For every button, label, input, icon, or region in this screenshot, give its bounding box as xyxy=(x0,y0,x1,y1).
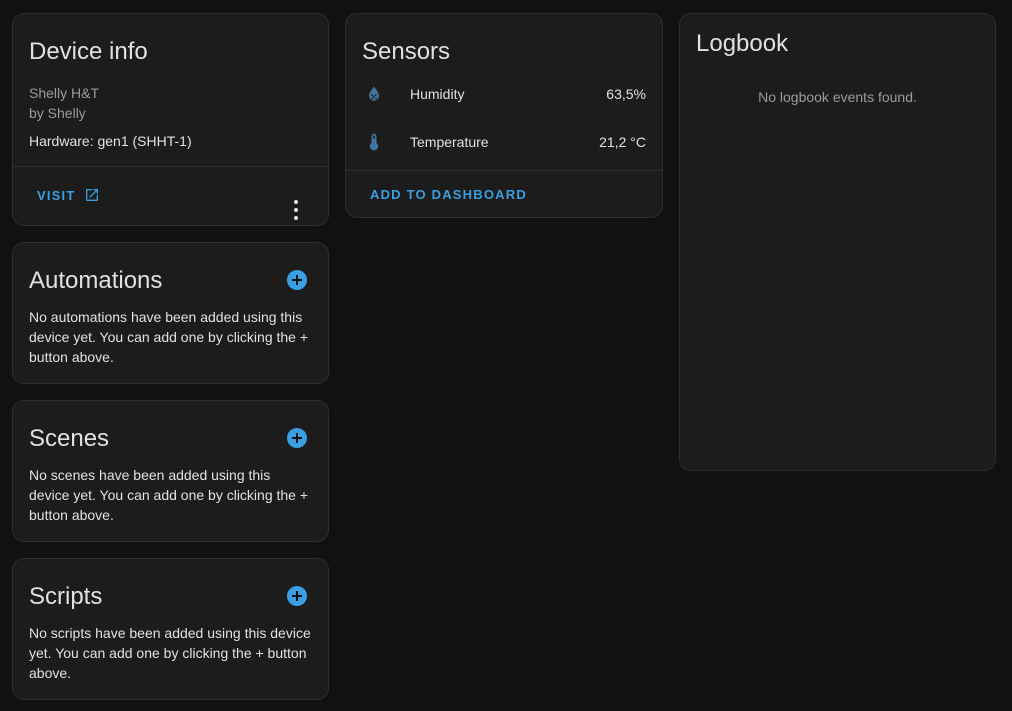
scenes-card: Scenes No scenes have been added using t… xyxy=(12,400,329,542)
sensor-name-temperature: Temperature xyxy=(410,134,489,150)
scripts-title: Scripts xyxy=(29,583,103,610)
device-hardware: Hardware: gen1 (SHHT-1) xyxy=(29,133,192,149)
sensor-row-temperature[interactable]: Temperature 21,2 °C xyxy=(362,122,646,162)
scripts-card: Scripts No scripts have been added using… xyxy=(12,558,329,700)
logbook-card: Logbook No logbook events found. xyxy=(679,13,996,471)
thermometer-icon xyxy=(362,130,386,154)
add-scene-icon[interactable] xyxy=(287,428,307,448)
device-manufacturer: by Shelly xyxy=(29,105,86,121)
sensors-card: Sensors Humidity 63,5% Temperature 21,2 … xyxy=(345,13,663,218)
scenes-title: Scenes xyxy=(29,425,110,452)
logbook-title: Logbook xyxy=(696,30,789,57)
device-model: Shelly H&T xyxy=(29,85,100,101)
scenes-empty-text: No scenes have been added using this dev… xyxy=(29,467,309,523)
water-percent-icon xyxy=(362,82,386,106)
device-info-title: Device info xyxy=(29,38,148,65)
sensor-value-humidity: 63,5% xyxy=(606,86,646,102)
device-info-card: Device info Shelly H&T by Shelly Hardwar… xyxy=(12,13,329,226)
automations-card: Automations No automations have been add… xyxy=(12,242,329,384)
automations-empty-text: No automations have been added using thi… xyxy=(29,309,309,365)
add-to-dashboard-button[interactable]: ADD TO DASHBOARD xyxy=(370,187,527,202)
visit-label: VISIT xyxy=(37,187,76,203)
more-options-icon[interactable] xyxy=(294,200,298,220)
sensors-divider xyxy=(346,170,662,171)
device-info-divider xyxy=(13,166,328,167)
sensor-name-humidity: Humidity xyxy=(410,86,465,102)
sensor-value-temperature: 21,2 °C xyxy=(599,134,646,150)
add-script-icon[interactable] xyxy=(287,586,307,606)
scripts-empty-text: No scripts have been added using this de… xyxy=(29,625,311,681)
visit-button[interactable]: VISIT xyxy=(37,187,100,203)
automations-title: Automations xyxy=(29,267,163,294)
add-automation-icon[interactable] xyxy=(287,270,307,290)
sensor-row-humidity[interactable]: Humidity 63,5% xyxy=(362,74,646,114)
logbook-empty-text: No logbook events found. xyxy=(758,89,917,105)
sensors-title: Sensors xyxy=(362,38,451,65)
open-in-new-icon xyxy=(85,189,98,201)
